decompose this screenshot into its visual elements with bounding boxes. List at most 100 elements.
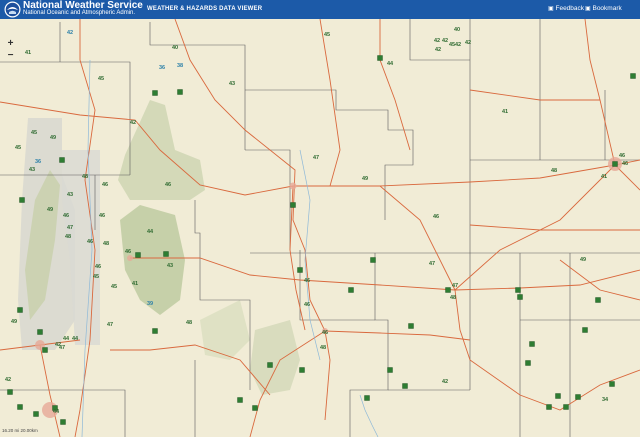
station-marker[interactable] [517,294,523,300]
station-marker[interactable] [299,367,305,373]
temperature-label[interactable]: 44 [63,336,70,342]
temperature-label[interactable]: 48 [103,241,109,247]
station-marker[interactable] [377,55,383,61]
temperature-label[interactable]: 46 [125,249,131,255]
temperature-label[interactable]: 43 [229,81,235,87]
temperature-label[interactable]: 48 [65,234,71,240]
temperature-label[interactable]: 49 [11,319,17,325]
temperature-label[interactable]: 49 [580,257,586,263]
temperature-label[interactable]: 40 [454,27,460,33]
temperature-label[interactable]: 47 [59,345,65,351]
station-marker[interactable] [370,257,376,263]
temperature-label[interactable]: 46 [304,278,310,284]
temperature-label[interactable]: 46 [87,239,93,245]
station-marker[interactable] [7,389,13,395]
temperature-label[interactable]: 47 [107,322,113,328]
station-marker[interactable] [252,405,258,411]
temperature-label[interactable]: 46 [619,153,625,159]
station-marker[interactable] [177,89,183,95]
temperature-label[interactable]: 47 [452,283,458,289]
temperature-label[interactable]: 44 [147,229,154,235]
temperature-label[interactable]: 46 [165,182,171,188]
temperature-label[interactable]: 45 [31,130,37,136]
feedback-button[interactable]: ▣ Feedback [548,5,584,12]
temperature-label[interactable]: 38 [177,63,183,69]
station-marker[interactable] [612,161,618,167]
station-marker[interactable] [445,287,451,293]
temperature-label[interactable]: 42 [455,42,461,48]
station-marker[interactable] [237,397,243,403]
temperature-label[interactable]: 36 [159,65,165,71]
temperature-label[interactable]: 44 [72,336,79,342]
zoom-out-button[interactable]: − [5,51,16,62]
temperature-label[interactable]: 49 [50,135,56,141]
station-marker[interactable] [135,252,141,258]
temperature-label[interactable]: 42 [130,120,136,126]
station-marker[interactable] [563,404,569,410]
station-marker[interactable] [290,202,296,208]
station-marker[interactable] [402,383,408,389]
station-marker[interactable] [19,197,25,203]
temperature-label[interactable]: 43 [67,192,73,198]
station-marker[interactable] [364,395,370,401]
temperature-label[interactable]: 42 [434,38,440,44]
temperature-label[interactable]: 46 [433,214,439,220]
station-marker[interactable] [33,411,39,417]
temperature-label[interactable]: 42 [465,40,471,46]
temperature-label[interactable]: 45 [15,145,21,151]
temperature-label[interactable]: 42 [442,38,448,44]
station-marker[interactable] [152,90,158,96]
station-marker[interactable] [60,419,66,425]
station-marker[interactable] [408,323,414,329]
temperature-label[interactable]: 46 [304,302,310,308]
temperature-label[interactable]: 46 [622,161,628,167]
temperature-label[interactable]: 42 [67,30,73,36]
bookmark-button[interactable]: ▣ Bookmark [585,5,622,12]
station-marker[interactable] [387,367,393,373]
temperature-label[interactable]: 41 [132,281,138,287]
station-marker[interactable] [575,394,581,400]
station-marker[interactable] [515,287,521,293]
station-marker[interactable] [37,329,43,335]
temperature-label[interactable]: 49 [47,207,53,213]
station-marker[interactable] [555,393,561,399]
station-marker[interactable] [546,404,552,410]
temperature-label[interactable]: 48 [186,320,192,326]
temperature-label[interactable]: 42 [442,379,448,385]
temperature-label[interactable]: 49 [362,176,368,182]
temperature-label[interactable]: 47 [429,261,435,267]
zoom-in-button[interactable]: + [5,39,16,50]
temperature-label[interactable]: 42 [5,377,11,383]
station-marker[interactable] [267,362,273,368]
station-marker[interactable] [525,360,531,366]
temperature-label[interactable]: 46 [102,182,108,188]
temperature-label[interactable]: 45 [98,76,104,82]
station-marker[interactable] [348,287,354,293]
station-marker[interactable] [630,73,636,79]
temperature-label[interactable]: 43 [167,263,173,269]
temperature-label[interactable]: 44 [53,409,60,415]
temperature-label[interactable]: 42 [435,47,441,53]
temperature-label[interactable]: 47 [67,225,73,231]
temperature-label[interactable]: 45 [111,284,117,290]
temperature-label[interactable]: 45 [93,274,99,280]
station-marker[interactable] [529,341,535,347]
temperature-label[interactable]: 46 [63,213,69,219]
temperature-label[interactable]: 41 [502,109,508,115]
temperature-label[interactable]: 47 [313,155,319,161]
station-marker[interactable] [17,307,23,313]
temperature-label[interactable]: 48 [82,174,88,180]
temperature-label[interactable]: 46 [95,264,101,270]
temperature-label[interactable]: 39 [147,301,153,307]
station-marker[interactable] [297,267,303,273]
temperature-label[interactable]: 45 [324,32,330,38]
station-marker[interactable] [59,157,65,163]
station-marker[interactable] [582,327,588,333]
temperature-label[interactable]: 36 [35,159,41,165]
temperature-label[interactable]: 41 [25,50,31,56]
station-marker[interactable] [17,404,23,410]
temperature-label[interactable]: 48 [320,345,326,351]
temperature-label[interactable]: 41 [601,174,607,180]
temperature-label[interactable]: 40 [172,45,178,51]
map-canvas[interactable]: 3742414045404242454242423638454443424549… [0,19,640,437]
